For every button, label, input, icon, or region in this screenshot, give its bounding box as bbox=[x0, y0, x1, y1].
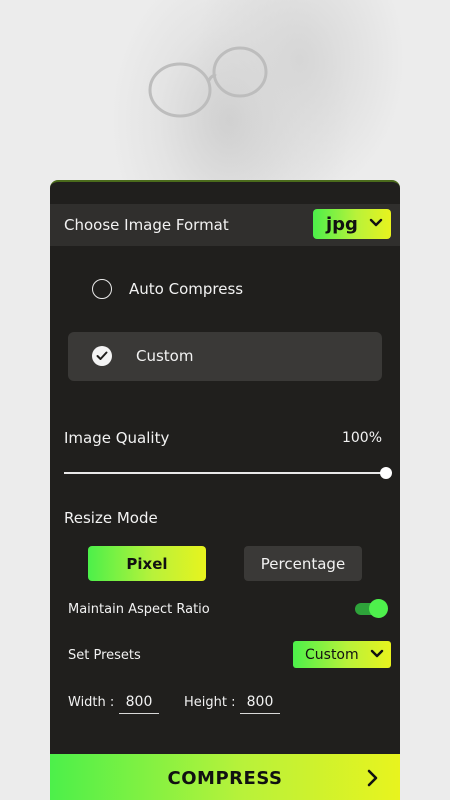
image-format-label: Choose Image Format bbox=[64, 216, 229, 234]
chevron-down-icon bbox=[369, 218, 383, 227]
image-format-row: Choose Image Format jpg bbox=[50, 204, 400, 246]
height-label: Height : bbox=[184, 695, 236, 710]
image-format-value: jpg bbox=[326, 213, 358, 235]
presets-value: Custom bbox=[305, 646, 359, 663]
percentage-mode-button[interactable]: Percentage bbox=[244, 546, 362, 581]
compression-settings-panel: Choose Image Format jpg Auto Compress Cu… bbox=[50, 180, 400, 800]
compress-label: COMPRESS bbox=[167, 767, 283, 789]
auto-compress-option[interactable]: Auto Compress bbox=[92, 279, 243, 299]
image-format-dropdown[interactable]: jpg bbox=[313, 209, 391, 239]
maintain-aspect-ratio-label: Maintain Aspect Ratio bbox=[68, 602, 210, 617]
custom-radio-checked[interactable] bbox=[92, 346, 112, 366]
check-icon bbox=[96, 351, 108, 360]
maintain-aspect-ratio-toggle[interactable] bbox=[355, 598, 388, 618]
chevron-right-icon bbox=[367, 769, 378, 787]
auto-compress-radio[interactable] bbox=[92, 279, 112, 299]
image-quality-slider-track[interactable] bbox=[64, 472, 386, 474]
width-label: Width : bbox=[68, 695, 115, 710]
custom-option[interactable]: Custom bbox=[92, 346, 193, 366]
image-quality-slider-thumb[interactable] bbox=[380, 467, 392, 479]
presets-dropdown[interactable]: Custom bbox=[293, 641, 391, 668]
image-quality-value: 100% bbox=[341, 430, 382, 446]
auto-compress-label: Auto Compress bbox=[129, 280, 244, 298]
custom-label: Custom bbox=[136, 347, 194, 365]
height-input[interactable]: 800 bbox=[240, 692, 280, 714]
image-quality-label: Image Quality bbox=[64, 429, 170, 447]
set-presets-label: Set Presets bbox=[68, 648, 141, 663]
custom-option-box[interactable]: Custom bbox=[68, 332, 382, 381]
chevron-down-icon bbox=[370, 649, 384, 658]
resize-mode-label: Resize Mode bbox=[64, 509, 158, 527]
pixel-mode-button[interactable]: Pixel bbox=[88, 546, 206, 581]
width-input[interactable]: 800 bbox=[119, 692, 159, 714]
compress-button[interactable]: COMPRESS bbox=[50, 754, 400, 800]
sunglasses-graphic bbox=[148, 46, 268, 118]
toggle-knob bbox=[369, 599, 388, 618]
